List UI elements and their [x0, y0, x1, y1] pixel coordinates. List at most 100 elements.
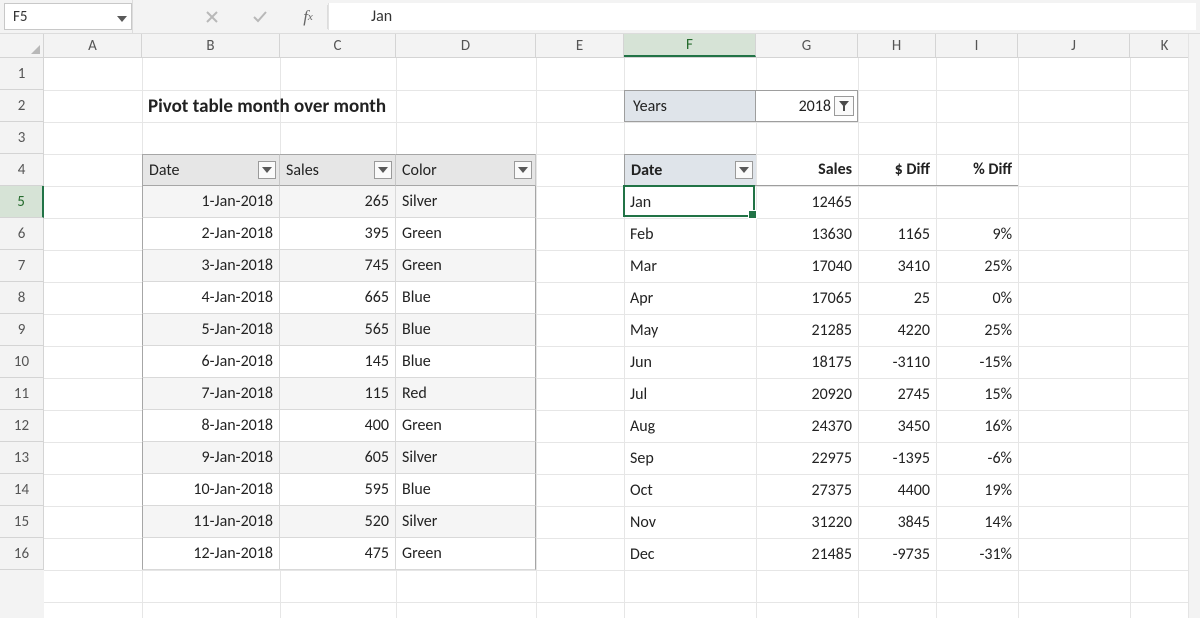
- pivot-row-diff[interactable]: -3110: [858, 346, 936, 378]
- pivot-row-sales[interactable]: 17065: [756, 282, 858, 314]
- pivot-row-sales[interactable]: 18175: [756, 346, 858, 378]
- pivot-row-sales[interactable]: 13630: [756, 218, 858, 250]
- vertical-scrollbar[interactable]: [1188, 34, 1200, 618]
- row-header-10[interactable]: 10: [0, 346, 44, 378]
- filter-dropdown-sales[interactable]: [374, 161, 392, 179]
- table-row[interactable]: Blue: [396, 314, 536, 346]
- pivot-row-pct[interactable]: 25%: [936, 314, 1018, 346]
- name-box-dropdown-icon[interactable]: [117, 9, 127, 27]
- table-row[interactable]: 395: [280, 218, 396, 250]
- table-row[interactable]: Silver: [396, 506, 536, 538]
- pivot-row-month[interactable]: Jun: [624, 346, 756, 378]
- pivot-row-pct[interactable]: 14%: [936, 506, 1018, 538]
- table-row[interactable]: 115: [280, 378, 396, 410]
- table-header-color[interactable]: Color: [396, 154, 536, 186]
- pivot-row-sales[interactable]: 12465: [756, 186, 858, 218]
- pivot-row-month[interactable]: May: [624, 314, 756, 346]
- table-row[interactable]: 595: [280, 474, 396, 506]
- table-row[interactable]: 145: [280, 346, 396, 378]
- fx-icon[interactable]: fx: [299, 8, 317, 26]
- name-box[interactable]: F5: [4, 3, 132, 30]
- column-header-B[interactable]: B: [142, 34, 280, 57]
- table-row[interactable]: 665: [280, 282, 396, 314]
- pivot-row-month[interactable]: Aug: [624, 410, 756, 442]
- cells-area[interactable]: Pivot table month over monthDateSalesCol…: [44, 58, 1200, 618]
- pivot-row-month[interactable]: Jul: [624, 378, 756, 410]
- select-all-corner[interactable]: [0, 34, 44, 57]
- table-row[interactable]: 5-Jan-2018: [142, 314, 280, 346]
- pivot-row-pct[interactable]: 16%: [936, 410, 1018, 442]
- row-header-16[interactable]: 16: [0, 538, 44, 570]
- pivot-row-sales[interactable]: 21485: [756, 538, 858, 570]
- table-row[interactable]: Green: [396, 410, 536, 442]
- pivot-row-sales[interactable]: 31220: [756, 506, 858, 538]
- table-row[interactable]: 11-Jan-2018: [142, 506, 280, 538]
- pivot-row-diff[interactable]: 3450: [858, 410, 936, 442]
- row-header-14[interactable]: 14: [0, 474, 44, 506]
- pivot-row-pct[interactable]: 15%: [936, 378, 1018, 410]
- row-header-2[interactable]: 2: [0, 90, 44, 122]
- table-row[interactable]: 565: [280, 314, 396, 346]
- table-row[interactable]: Green: [396, 538, 536, 570]
- pivot-date-dropdown[interactable]: [735, 161, 753, 179]
- pivot-row-sales[interactable]: 24370: [756, 410, 858, 442]
- pivot-row-pct[interactable]: [936, 186, 1018, 218]
- column-header-G[interactable]: G: [756, 34, 858, 57]
- pivot-row-sales[interactable]: 20920: [756, 378, 858, 410]
- column-header-F[interactable]: F: [624, 34, 756, 57]
- row-header-13[interactable]: 13: [0, 442, 44, 474]
- table-row[interactable]: 400: [280, 410, 396, 442]
- pivot-row-diff[interactable]: 3410: [858, 250, 936, 282]
- filter-dropdown-color[interactable]: [514, 161, 532, 179]
- row-header-8[interactable]: 8: [0, 282, 44, 314]
- pivot-filter-icon[interactable]: [834, 96, 854, 116]
- pivot-row-pct[interactable]: 9%: [936, 218, 1018, 250]
- spreadsheet-grid[interactable]: ABCDEFGHIJK 12345678910111213141516 Pivo…: [0, 34, 1200, 618]
- pivot-row-month[interactable]: Dec: [624, 538, 756, 570]
- pivot-row-pct[interactable]: -6%: [936, 442, 1018, 474]
- table-header-date[interactable]: Date: [142, 154, 280, 186]
- table-row[interactable]: 4-Jan-2018: [142, 282, 280, 314]
- column-header-C[interactable]: C: [280, 34, 396, 57]
- pivot-row-diff[interactable]: -9735: [858, 538, 936, 570]
- column-header-D[interactable]: D: [396, 34, 536, 57]
- row-header-15[interactable]: 15: [0, 506, 44, 538]
- table-row[interactable]: Green: [396, 250, 536, 282]
- confirm-icon[interactable]: [251, 8, 269, 26]
- row-header-12[interactable]: 12: [0, 410, 44, 442]
- pivot-row-sales[interactable]: 17040: [756, 250, 858, 282]
- column-header-H[interactable]: H: [858, 34, 936, 57]
- pivot-row-diff[interactable]: 4400: [858, 474, 936, 506]
- table-row[interactable]: 10-Jan-2018: [142, 474, 280, 506]
- table-header-sales[interactable]: Sales: [280, 154, 396, 186]
- pivot-row-pct[interactable]: -15%: [936, 346, 1018, 378]
- column-header-E[interactable]: E: [536, 34, 624, 57]
- table-row[interactable]: 475: [280, 538, 396, 570]
- pivot-row-diff[interactable]: [858, 186, 936, 218]
- pivot-row-pct[interactable]: 19%: [936, 474, 1018, 506]
- column-header-A[interactable]: A: [44, 34, 142, 57]
- pivot-row-diff[interactable]: 1165: [858, 218, 936, 250]
- pivot-row-month[interactable]: Oct: [624, 474, 756, 506]
- pivot-row-month[interactable]: Jan: [624, 186, 756, 218]
- row-header-11[interactable]: 11: [0, 378, 44, 410]
- pivot-row-sales[interactable]: 22975: [756, 442, 858, 474]
- table-row[interactable]: 6-Jan-2018: [142, 346, 280, 378]
- pivot-header-date[interactable]: Date: [624, 154, 756, 186]
- table-row[interactable]: Silver: [396, 442, 536, 474]
- table-row[interactable]: 520: [280, 506, 396, 538]
- pivot-header-sales[interactable]: Sales: [756, 154, 858, 186]
- pivot-row-month[interactable]: Feb: [624, 218, 756, 250]
- table-row[interactable]: 2-Jan-2018: [142, 218, 280, 250]
- table-row[interactable]: Green: [396, 218, 536, 250]
- cancel-icon[interactable]: [203, 8, 221, 26]
- table-row[interactable]: 12-Jan-2018: [142, 538, 280, 570]
- row-header-5[interactable]: 5: [0, 186, 44, 218]
- pivot-header-diff[interactable]: $ Diff: [858, 154, 936, 186]
- formula-input[interactable]: Jan: [328, 3, 1196, 30]
- row-header-7[interactable]: 7: [0, 250, 44, 282]
- pivot-row-month[interactable]: Sep: [624, 442, 756, 474]
- pivot-row-pct[interactable]: 0%: [936, 282, 1018, 314]
- pivot-row-diff[interactable]: 2745: [858, 378, 936, 410]
- filter-dropdown-date[interactable]: [258, 161, 276, 179]
